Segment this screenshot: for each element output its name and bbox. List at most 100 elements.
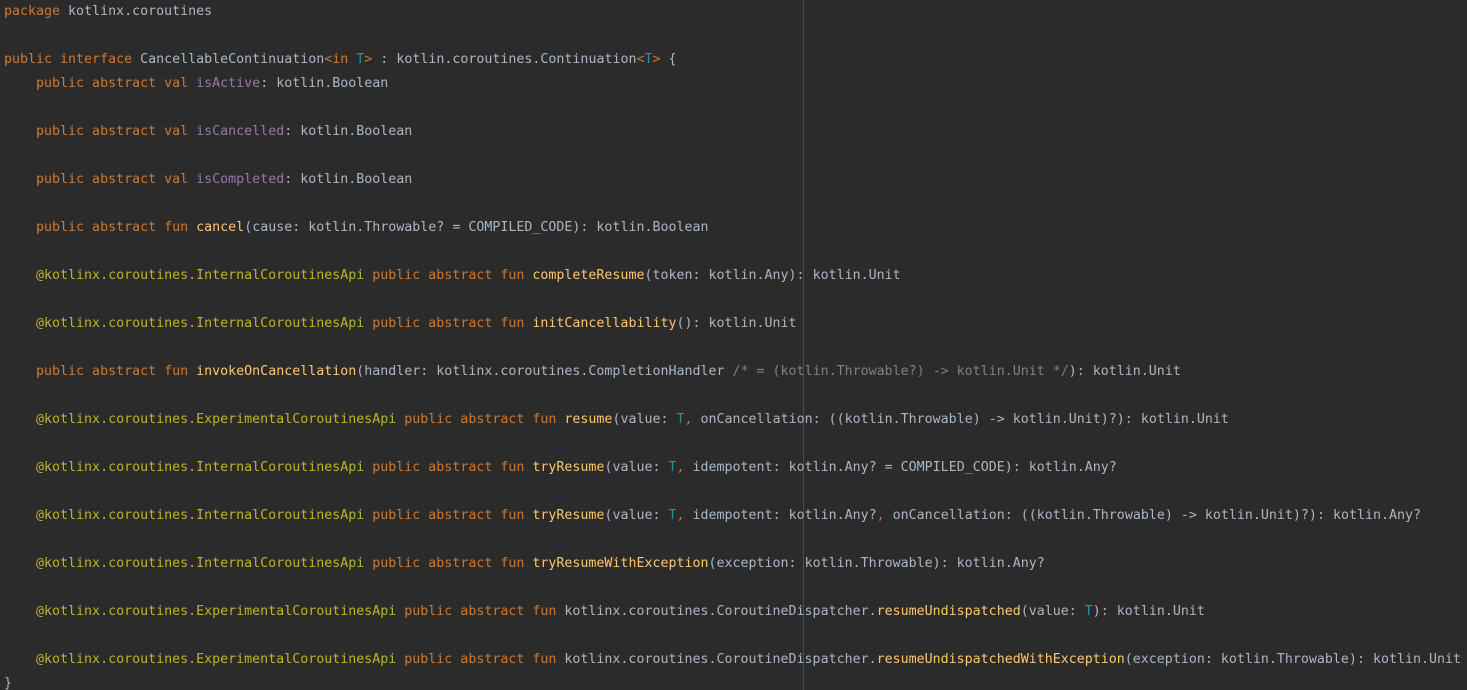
code-token: , — [676, 508, 693, 523]
code-line[interactable]: @kotlinx.coroutines.InternalCoroutinesAp… — [4, 552, 1461, 576]
code-token: (value: — [1020, 604, 1085, 619]
code-token: @kotlinx.coroutines.InternalCoroutinesAp… — [4, 316, 365, 331]
code-token: > — [652, 52, 661, 67]
code-line[interactable] — [4, 576, 1461, 600]
code-token: completeResume — [532, 268, 645, 283]
code-token: initCancellability — [532, 316, 677, 331]
code-token: public abstract fun — [4, 364, 197, 379]
code-token: kotlinx.coroutines.CoroutineDispatcher. — [564, 652, 877, 667]
code-token: (value: — [604, 508, 669, 523]
code-token: (value: — [604, 460, 669, 475]
code-token: public abstract fun — [396, 652, 565, 667]
code-token: invokeOnCancellation — [196, 364, 357, 379]
code-token: idempotent: kotlin.Any? — [692, 508, 877, 523]
code-token: public abstract val — [4, 76, 197, 91]
code-line[interactable]: @kotlinx.coroutines.InternalCoroutinesAp… — [4, 264, 1461, 288]
code-line[interactable] — [4, 384, 1461, 408]
code-line[interactable]: public abstract val isCancelled: kotlin.… — [4, 120, 1461, 144]
code-line[interactable]: public interface CancellableContinuation… — [4, 48, 1461, 72]
code-token: resumeUndispatched — [876, 604, 1021, 619]
code-token: kotlinx.coroutines — [60, 4, 213, 19]
code-line[interactable]: public abstract fun invokeOnCancellation… — [4, 360, 1461, 384]
code-token: public abstract val — [4, 124, 197, 139]
code-token: public abstract fun — [364, 268, 533, 283]
code-token: (handler: kotlinx.coroutines.CompletionH… — [356, 364, 733, 379]
code-token: { — [660, 52, 677, 67]
code-line[interactable]: @kotlinx.coroutines.ExperimentalCoroutin… — [4, 600, 1461, 624]
code-token: public abstract fun — [364, 508, 533, 523]
code-token: resume — [564, 412, 613, 427]
code-token: tryResumeWithException — [532, 556, 709, 571]
code-line[interactable]: package kotlinx.coroutines — [4, 0, 1461, 24]
code-line[interactable]: public abstract val isActive: kotlin.Boo… — [4, 72, 1461, 96]
code-token: (value: — [612, 412, 677, 427]
code-token: @kotlinx.coroutines.InternalCoroutinesAp… — [4, 460, 365, 475]
code-line[interactable] — [4, 336, 1461, 360]
code-token: (cause: kotlin.Throwable? = COMPILED_COD… — [244, 220, 709, 235]
code-token: : kotlin.Boolean — [284, 172, 413, 187]
code-line[interactable]: public abstract fun cancel(cause: kotlin… — [4, 216, 1461, 240]
code-line[interactable]: } — [4, 672, 1461, 690]
code-token: : kotlin.Boolean — [284, 124, 413, 139]
code-token: T — [676, 412, 685, 427]
code-token: T — [644, 52, 653, 67]
code-token: isCompleted — [196, 172, 285, 187]
code-line[interactable]: public abstract val isCompleted: kotlin.… — [4, 168, 1461, 192]
code-token: T — [668, 508, 677, 523]
code-token: tryResume — [532, 460, 605, 475]
code-area[interactable]: package kotlinx.coroutines public interfa… — [4, 0, 1461, 690]
code-token: public abstract fun — [396, 604, 565, 619]
code-token: T — [1084, 604, 1093, 619]
code-token: public abstract fun — [364, 556, 533, 571]
code-token: isCancelled — [196, 124, 285, 139]
code-token: isActive — [196, 76, 261, 91]
code-token: @kotlinx.coroutines.ExperimentalCoroutin… — [4, 652, 397, 667]
code-line[interactable] — [4, 24, 1461, 48]
code-token: : kotlin.Boolean — [260, 76, 389, 91]
code-token: < — [636, 52, 645, 67]
code-token: ): kotlin.Unit — [1068, 364, 1181, 379]
code-line[interactable] — [4, 432, 1461, 456]
code-token: onCancellation: ((kotlin.Throwable) -> k… — [700, 412, 1229, 427]
code-token: onCancellation: ((kotlin.Throwable) -> k… — [892, 508, 1422, 523]
code-line[interactable] — [4, 528, 1461, 552]
code-line[interactable]: @kotlinx.coroutines.ExperimentalCoroutin… — [4, 648, 1461, 672]
code-token: kotlinx.coroutines.CoroutineDispatcher. — [564, 604, 877, 619]
code-line[interactable] — [4, 240, 1461, 264]
code-editor[interactable]: package kotlinx.coroutines public interfa… — [0, 0, 1467, 690]
code-line[interactable] — [4, 144, 1461, 168]
code-token: <in — [324, 52, 357, 67]
code-token: resumeUndispatchedWithException — [876, 652, 1125, 667]
code-token: /* = (kotlin.Throwable?) -> kotlin.Unit … — [732, 364, 1069, 379]
code-token: (): kotlin.Unit — [676, 316, 797, 331]
code-token: public abstract fun — [364, 460, 533, 475]
code-line[interactable] — [4, 480, 1461, 504]
code-line[interactable]: @kotlinx.coroutines.InternalCoroutinesAp… — [4, 456, 1461, 480]
code-token: cancel — [196, 220, 245, 235]
code-line[interactable] — [4, 96, 1461, 120]
code-token: @kotlinx.coroutines.InternalCoroutinesAp… — [4, 556, 365, 571]
code-token: public abstract fun — [396, 412, 565, 427]
code-token: , — [676, 460, 693, 475]
code-token: ): kotlin.Unit — [1092, 604, 1205, 619]
code-line[interactable]: @kotlinx.coroutines.InternalCoroutinesAp… — [4, 312, 1461, 336]
code-token: : kotlin.coroutines.Continuation — [372, 52, 637, 67]
code-line[interactable] — [4, 624, 1461, 648]
code-token: (token: kotlin.Any): kotlin.Unit — [644, 268, 901, 283]
code-token: (exception: kotlin.Throwable): kotlin.Un… — [1124, 652, 1462, 667]
code-token: @kotlinx.coroutines.InternalCoroutinesAp… — [4, 268, 365, 283]
code-token: idempotent: kotlin.Any? = COMPILED_CODE)… — [692, 460, 1117, 475]
code-line[interactable]: @kotlinx.coroutines.InternalCoroutinesAp… — [4, 504, 1461, 528]
code-token: public interface — [4, 52, 133, 67]
code-token: public abstract fun — [4, 220, 197, 235]
code-line[interactable] — [4, 288, 1461, 312]
code-token: @kotlinx.coroutines.ExperimentalCoroutin… — [4, 412, 397, 427]
code-token: package — [4, 4, 61, 19]
code-token: tryResume — [532, 508, 605, 523]
code-token: , — [684, 412, 701, 427]
code-token: public abstract val — [4, 172, 197, 187]
code-line[interactable]: @kotlinx.coroutines.ExperimentalCoroutin… — [4, 408, 1461, 432]
code-line[interactable] — [4, 192, 1461, 216]
code-token: T — [668, 460, 677, 475]
code-token: } — [4, 676, 13, 690]
